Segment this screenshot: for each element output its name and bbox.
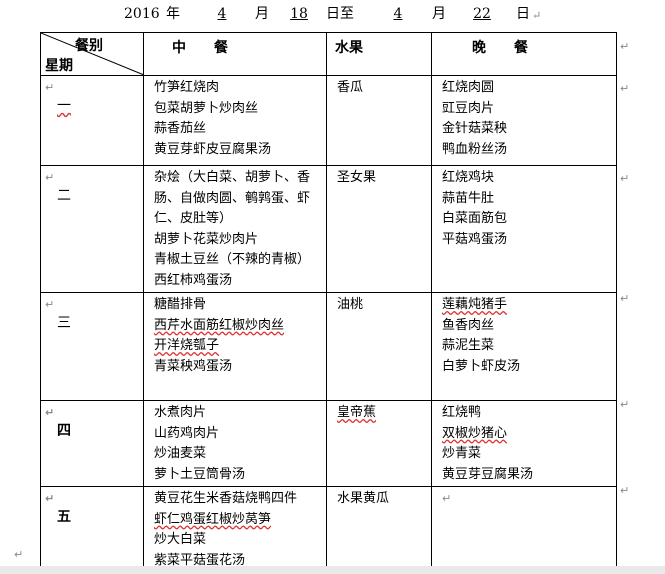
month-char: 月	[255, 6, 269, 22]
lunch-item: 包菜胡萝卜炒肉丝	[154, 100, 259, 116]
dinner-item: 红烧鸭	[442, 405, 482, 420]
year: 2016	[124, 6, 160, 22]
diagonal-header-cell: 餐别 星期	[40, 32, 144, 76]
lunch-item: 虾仁鸡蛋红椒炒莴笋	[154, 511, 272, 527]
paragraph-mark-icon: ↵	[442, 492, 452, 505]
month-char-2: 月	[432, 6, 446, 22]
lunch-item: 炒油麦菜	[154, 446, 207, 461]
day-to-char: 日至	[326, 6, 354, 22]
dinner-item: 黄豆芽豆腐果汤	[442, 466, 534, 482]
lunch-item: 西红柿鸡蛋汤	[154, 272, 233, 288]
lunch-item: 杂烩（大白菜、胡萝卜、香	[154, 170, 311, 185]
lunch-item: 青椒土豆丝（不辣的青椒）	[154, 252, 311, 267]
lunch-item: 水煮肉片	[154, 405, 207, 420]
day-label: 四	[57, 423, 71, 439]
paragraph-mark-icon: ↵	[620, 82, 630, 95]
dinner-items: 莲藕炖猪手 鱼香肉丝 蒜泥生菜 白萝卜虾皮汤	[432, 293, 616, 377]
day-label: 三	[57, 315, 71, 331]
start-month: 4	[217, 6, 227, 22]
diag-header-top: 餐别	[75, 38, 103, 54]
paragraph-mark-icon: ↵	[45, 492, 55, 505]
paragraph-mark-icon: ↵	[14, 548, 24, 561]
fruit-item: 水果黄瓜	[337, 491, 390, 506]
dinner-item: 莲藕炖猪手	[442, 297, 508, 312]
dinner-item: 炒青菜	[442, 446, 482, 461]
day-label: 一	[57, 98, 71, 114]
column-header-dinner: 晚 餐	[472, 40, 528, 56]
lunch-items: 杂烩（大白菜、胡萝卜、香 肠、自做肉圆、鹌鹑蛋、虾 仁、皮肚等） 胡萝卜花菜炒肉…	[144, 166, 326, 291]
lunch-item: 胡萝卜花菜炒肉片	[154, 231, 259, 247]
day-label: 二	[57, 188, 71, 204]
lunch-item: 西芹水面筋红椒炒肉丝	[154, 317, 285, 333]
dinner-item: 白萝卜虾皮汤	[442, 358, 521, 374]
dinner-item: 豇豆肉片	[442, 100, 495, 116]
header-row: 餐别 星期 中 餐 水果 晚 餐	[40, 32, 617, 76]
dinner-item: 金针菇菜秧	[442, 121, 508, 136]
fruit-item: 油桃	[337, 297, 364, 312]
paragraph-mark-icon: ↵	[45, 81, 55, 94]
lunch-item: 炒大白菜	[154, 532, 207, 547]
paragraph-mark-icon: ↵	[45, 298, 55, 311]
dinner-item: 红烧肉圆	[442, 80, 495, 95]
table-row: ↵ 二 杂烩（大白菜、胡萝卜、香 肠、自做肉圆、鹌鹑蛋、虾 仁、皮肚等） 胡萝卜花…	[40, 165, 617, 293]
table-row: ↵ 三 糖醋排骨 西芹水面筋红椒炒肉丝 开洋烧瓠子 青菜秧鸡蛋汤 油桃 莲藕炖猪手…	[40, 292, 617, 401]
end-day: 22	[473, 6, 491, 22]
diag-header-bottom: 星期	[45, 58, 73, 74]
paragraph-mark-icon: ↵	[45, 406, 55, 419]
paragraph-mark-icon: ↵	[620, 398, 630, 411]
table-row: ↵ 四 水煮肉片 山药鸡肉片 炒油麦菜 萝卜土豆筒骨汤 皇帝蕉 红烧鸭 双椒炒猪心…	[40, 400, 617, 487]
fruit-item: 皇帝蕉	[337, 405, 377, 420]
dinner-item: 蒜苗牛肚	[442, 190, 495, 206]
day-char: 日	[516, 6, 530, 22]
dinner-item: 平菇鸡蛋汤	[442, 231, 508, 247]
weekly-menu-table: 餐别 星期 中 餐 水果 晚 餐 ↵ 一 竹笋红烧肉 包菜胡萝卜炒肉丝 蒜香茄丝 …	[40, 32, 617, 573]
paragraph-mark-icon: ↵	[620, 172, 630, 185]
dinner-item: 鱼香肉丝	[442, 317, 495, 333]
dinner-items: 红烧肉圆 豇豆肉片 金针菇菜秧 鸭血粉丝汤	[432, 76, 616, 160]
lunch-item: 糖醋排骨	[154, 297, 207, 312]
menu-date-range: 2016 年 4 月 18 日至 4 月 22 日 ↵	[0, 4, 640, 24]
lunch-item: 萝卜土豆筒骨汤	[154, 466, 246, 482]
document-bottom-edge	[0, 566, 665, 574]
paragraph-mark-icon: ↵	[532, 9, 542, 22]
start-day: 18	[290, 6, 308, 22]
lunch-item: 青菜秧鸡蛋汤	[154, 358, 233, 374]
paragraph-mark-icon: ↵	[620, 484, 630, 497]
lunch-item: 肠、自做肉圆、鹌鹑蛋、虾	[154, 190, 311, 206]
dinner-item: 蒜泥生菜	[442, 338, 495, 353]
lunch-item: 黄豆花生米香菇烧鸭四件	[154, 491, 298, 506]
dinner-item: 白菜面筋包	[442, 211, 508, 226]
table-row: ↵ 一 竹笋红烧肉 包菜胡萝卜炒肉丝 蒜香茄丝 黄豆芽虾皮豆腐果汤 香瓜 红烧肉圆…	[40, 75, 617, 166]
column-header-fruit: 水果	[335, 40, 363, 56]
dinner-item: 红烧鸡块	[442, 170, 495, 185]
fruit-item: 香瓜	[337, 80, 364, 95]
lunch-item: 仁、皮肚等）	[154, 211, 233, 226]
table-row: ↵ 五 黄豆花生米香菇烧鸭四件 虾仁鸡蛋红椒炒莴笋 炒大白菜 紫菜平菇蛋花汤 水果…	[40, 486, 617, 573]
column-header-lunch: 中 餐	[172, 40, 228, 56]
lunch-item: 开洋烧瓠子	[154, 338, 220, 353]
lunch-items: 糖醋排骨 西芹水面筋红椒炒肉丝 开洋烧瓠子 青菜秧鸡蛋汤	[144, 293, 326, 377]
lunch-item: 竹笋红烧肉	[154, 80, 220, 95]
paragraph-mark-icon: ↵	[620, 40, 630, 53]
lunch-items: 水煮肉片 山药鸡肉片 炒油麦菜 萝卜土豆筒骨汤	[144, 401, 326, 485]
lunch-items: 黄豆花生米香菇烧鸭四件 虾仁鸡蛋红椒炒莴笋 炒大白菜 紫菜平菇蛋花汤	[144, 487, 326, 571]
fruit-item: 圣女果	[337, 170, 377, 185]
dinner-items: 红烧鸭 双椒炒猪心 炒青菜 黄豆芽豆腐果汤	[432, 401, 616, 485]
lunch-item: 山药鸡肉片	[154, 425, 220, 441]
lunch-item: 蒜香茄丝	[154, 121, 207, 136]
day-label: 五	[57, 509, 71, 525]
dinner-item: 双椒炒猪心	[442, 425, 508, 441]
lunch-item: 黄豆芽虾皮豆腐果汤	[154, 141, 272, 157]
paragraph-mark-icon: ↵	[620, 292, 630, 305]
dinner-items: 红烧鸡块 蒜苗牛肚 白菜面筋包 平菇鸡蛋汤	[432, 166, 616, 250]
year-char: 年	[166, 6, 180, 22]
lunch-items: 竹笋红烧肉 包菜胡萝卜炒肉丝 蒜香茄丝 黄豆芽虾皮豆腐果汤	[144, 76, 326, 160]
paragraph-mark-icon: ↵	[45, 171, 55, 184]
dinner-item: 鸭血粉丝汤	[442, 141, 508, 157]
end-month: 4	[393, 6, 403, 22]
